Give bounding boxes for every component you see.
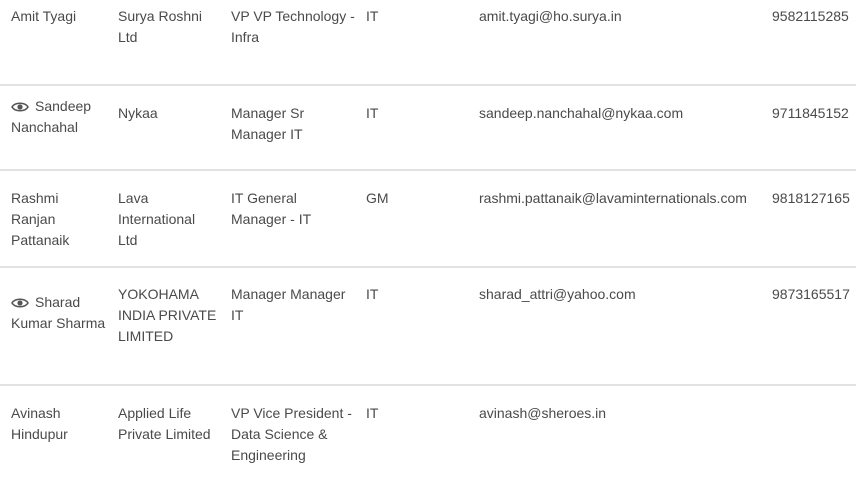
contact-name[interactable]: Amit Tyagi xyxy=(11,6,106,27)
phone-number[interactable]: 9818127165 xyxy=(772,188,856,209)
table-row: Amit Tyagi Surya Roshni Ltd VP VP Techno… xyxy=(0,0,856,86)
contact-name[interactable]: Rashmi Ranjan Pattanaik xyxy=(11,188,106,251)
email-address[interactable]: amit.tyagi@ho.surya.in xyxy=(479,6,764,27)
company-name: YOKOHAMA INDIA PRIVATE LIMITED xyxy=(118,286,217,344)
email-address[interactable]: sandeep.nanchahal@nykaa.com xyxy=(479,103,764,124)
contact-name-text: Avinash Hindupur xyxy=(11,405,68,442)
email-address[interactable]: sharad_attri@yahoo.com xyxy=(479,284,764,305)
job-title: VP VP Technology - Infra xyxy=(231,8,355,45)
table-row: Sandeep Nanchahal Nykaa Manager Sr Manag… xyxy=(0,86,856,171)
job-title: IT General Manager - IT xyxy=(231,190,312,227)
department: IT xyxy=(366,8,379,24)
job-title: Manager Sr Manager IT xyxy=(231,105,305,142)
eye-icon xyxy=(11,102,29,112)
phone-number[interactable]: 9873165517 xyxy=(772,284,856,305)
department: IT xyxy=(366,286,379,302)
company-name: Surya Roshni Ltd xyxy=(118,8,203,45)
table-row: Rashmi Ranjan Pattanaik Lava Internation… xyxy=(0,171,856,268)
phone-number[interactable]: 9582115285 xyxy=(772,6,856,27)
contact-name[interactable]: Sharad Kumar Sharma xyxy=(11,292,106,334)
company-name: Applied Life Private Limited xyxy=(118,405,211,442)
contact-name[interactable]: Avinash Hindupur xyxy=(11,403,106,445)
eye-icon xyxy=(11,298,29,308)
department: IT xyxy=(366,405,379,421)
email-address[interactable]: rashmi.pattanaik@lavaminternationals.com xyxy=(479,188,764,209)
contacts-table: Amit Tyagi Surya Roshni Ltd VP VP Techno… xyxy=(0,0,856,477)
phone-number[interactable]: 9711845152 xyxy=(772,103,856,124)
job-title: VP Vice President - Data Science & Engin… xyxy=(231,405,352,463)
job-title: Manager Manager IT xyxy=(231,286,346,323)
department: IT xyxy=(366,105,379,121)
department: GM xyxy=(366,190,389,206)
company-name: Nykaa xyxy=(118,105,158,121)
email-address[interactable]: avinash@sheroes.in xyxy=(479,403,764,424)
company-name: Lava International Ltd xyxy=(118,190,196,248)
contact-name-text: Rashmi Ranjan Pattanaik xyxy=(11,190,70,248)
table-row: Sharad Kumar Sharma YOKOHAMA INDIA PRIVA… xyxy=(0,268,856,386)
contact-name-text: Amit Tyagi xyxy=(11,8,77,24)
contact-name[interactable]: Sandeep Nanchahal xyxy=(11,96,106,138)
table-row: Avinash Hindupur Applied Life Private Li… xyxy=(0,386,856,477)
